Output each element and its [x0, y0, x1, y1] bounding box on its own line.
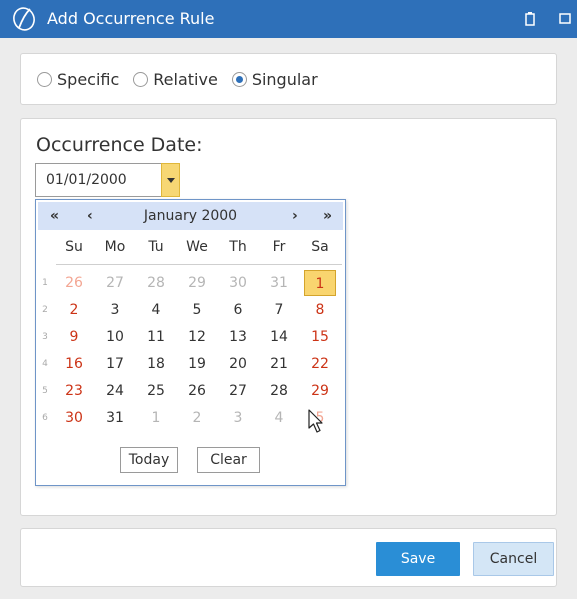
save-button[interactable]: Save	[376, 542, 460, 576]
calendar-day[interactable]: 11	[140, 324, 172, 350]
calendar-day[interactable]: 28	[263, 378, 295, 404]
calendar-day[interactable]: 1	[304, 270, 336, 296]
week-number: 4	[42, 359, 48, 369]
window-title: Add Occurrence Rule	[47, 9, 215, 28]
calendar-day[interactable]: 8	[304, 297, 336, 323]
weekday-header: Sa	[311, 239, 329, 255]
calendar-day[interactable]: 4	[263, 405, 295, 431]
calendar-day[interactable]: 1	[140, 405, 172, 431]
occurrence-date-panel: Occurrence Date: 01/01/2000 « ‹ January …	[20, 118, 557, 516]
weekday-header: Mo	[104, 239, 126, 255]
week-number: 1	[42, 278, 48, 288]
maximize-icon[interactable]	[557, 10, 575, 28]
calendar-day[interactable]: 2	[181, 405, 213, 431]
calendar-day[interactable]: 26	[58, 270, 90, 296]
occurrence-date-input[interactable]: 01/01/2000	[35, 163, 180, 197]
calendar-day[interactable]: 12	[181, 324, 213, 350]
calendar-day[interactable]: 14	[263, 324, 295, 350]
radio-singular-label[interactable]: Singular	[252, 70, 318, 89]
radio-singular[interactable]: Singular	[231, 70, 318, 89]
calendar-day[interactable]: 29	[181, 270, 213, 296]
radio-relative-indicator[interactable]	[133, 71, 149, 87]
week-number: 5	[42, 386, 48, 396]
today-button[interactable]: Today	[120, 447, 178, 473]
calendar-day[interactable]: 24	[99, 378, 131, 404]
occurrence-type-radio-group: Specific Relative Singular	[37, 68, 332, 90]
calendar-day[interactable]: 16	[58, 351, 90, 377]
calendar-grid: Su Mo Tu We Th Fr Sa 1 26 27 28 29 30 31 1 2 2 3 4 5 6 7 8 3 9 10…	[36, 200, 347, 487]
calendar-day[interactable]: 7	[263, 297, 295, 323]
calendar-popup: « ‹ January 2000 › » Su Mo Tu We Th Fr Sa 1 26 27…	[35, 199, 346, 486]
mouse-cursor-icon	[308, 409, 323, 433]
calendar-day[interactable]: 10	[99, 324, 131, 350]
occurrence-date-value[interactable]: 01/01/2000	[46, 172, 127, 188]
radio-singular-indicator[interactable]	[231, 71, 247, 87]
app-logo-icon	[13, 7, 35, 31]
calendar-day[interactable]: 15	[304, 324, 336, 350]
calendar-day[interactable]: 17	[99, 351, 131, 377]
radio-relative-label[interactable]: Relative	[153, 70, 218, 89]
week-number: 2	[42, 305, 48, 315]
calendar-day[interactable]: 28	[140, 270, 172, 296]
calendar-day[interactable]: 30	[222, 270, 254, 296]
calendar-day[interactable]: 27	[99, 270, 131, 296]
week-number: 6	[42, 413, 48, 423]
calendar-day[interactable]: 29	[304, 378, 336, 404]
calendar-day[interactable]: 20	[222, 351, 254, 377]
calendar-day[interactable]: 30	[58, 405, 90, 431]
calendar-day[interactable]: 22	[304, 351, 336, 377]
week-number: 3	[42, 332, 48, 342]
occurrence-date-label: Occurrence Date:	[36, 134, 203, 156]
calendar-day[interactable]: 19	[181, 351, 213, 377]
calendar-day[interactable]: 31	[99, 405, 131, 431]
calendar-day[interactable]: 6	[222, 297, 254, 323]
radio-specific-label[interactable]: Specific	[57, 70, 119, 89]
radio-specific-indicator[interactable]	[37, 71, 52, 87]
calendar-day[interactable]: 23	[58, 378, 90, 404]
weekday-header: Fr	[272, 239, 286, 255]
calendar-day[interactable]: 4	[140, 297, 172, 323]
radio-relative[interactable]: Relative	[133, 70, 218, 89]
calendar-day[interactable]: 25	[140, 378, 172, 404]
calendar-day[interactable]: 13	[222, 324, 254, 350]
weekday-header: Th	[229, 239, 247, 255]
date-dropdown-button[interactable]	[161, 163, 180, 197]
footer-panel: Save Cancel	[20, 528, 557, 587]
radio-specific[interactable]: Specific	[37, 70, 119, 89]
restore-icon[interactable]	[521, 10, 539, 28]
weekday-header: We	[186, 239, 208, 255]
calendar-day[interactable]: 31	[263, 270, 295, 296]
cancel-button[interactable]: Cancel	[473, 542, 554, 576]
calendar-day[interactable]: 3	[222, 405, 254, 431]
calendar-day[interactable]: 27	[222, 378, 254, 404]
calendar-day[interactable]: 2	[58, 297, 90, 323]
clear-button[interactable]: Clear	[197, 447, 260, 473]
title-bar: Add Occurrence Rule	[0, 0, 577, 38]
calendar-day[interactable]: 21	[263, 351, 295, 377]
weekday-header: Su	[65, 239, 83, 255]
occurrence-type-panel: Specific Relative Singular	[20, 53, 557, 105]
calendar-day[interactable]: 18	[140, 351, 172, 377]
calendar-day[interactable]: 3	[99, 297, 131, 323]
weekday-header: Tu	[148, 239, 164, 255]
calendar-day[interactable]: 9	[58, 324, 90, 350]
calendar-day[interactable]: 26	[181, 378, 213, 404]
calendar-day[interactable]: 5	[181, 297, 213, 323]
